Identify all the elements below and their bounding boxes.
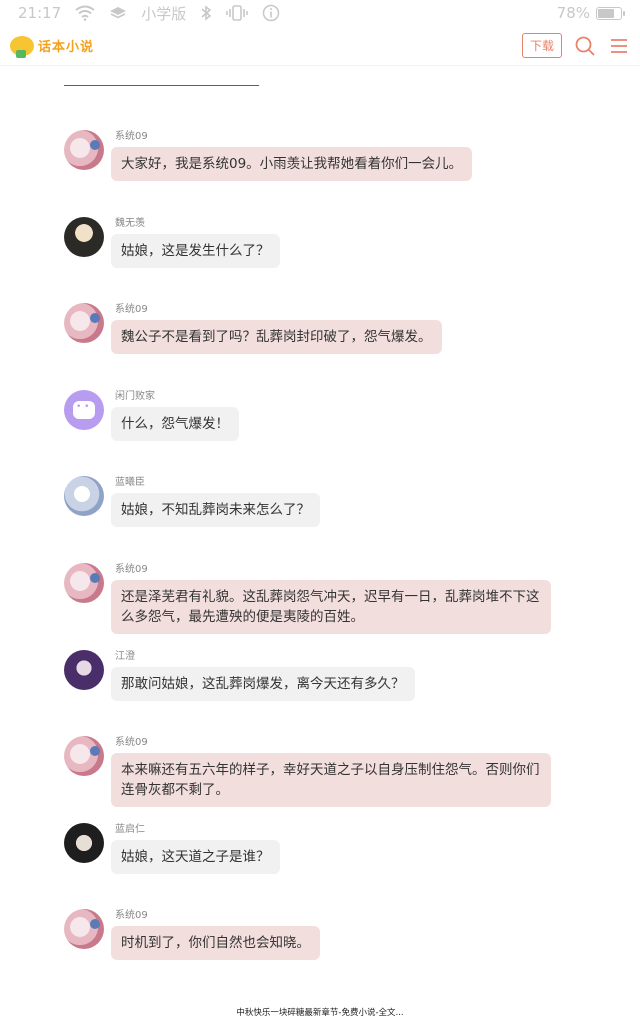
- message-bubble: 时机到了，你们自然也会知晓。: [111, 926, 320, 961]
- layers-icon: [109, 5, 127, 21]
- search-icon[interactable]: [574, 35, 596, 57]
- logo-icon: [10, 35, 34, 58]
- status-bar: 21:17 小学版 78%: [0, 0, 640, 26]
- battery-percent: 78%: [556, 4, 590, 22]
- message-bubble: 还是泽芜君有礼貌。这乱葬岗怨气冲天，迟早有一日，乱葬岗堆不下这么多怨气，最先遭殃…: [111, 579, 551, 634]
- chat-message: 闲门败家什么，怨气爆发！: [64, 378, 584, 465]
- app-header: 话本小说 下载: [0, 26, 640, 66]
- chat-message: 蓝启仁姑娘，这天道之子是谁？: [64, 811, 584, 898]
- chat-message: 魏无羡姑娘，这是发生什么了？: [64, 205, 584, 292]
- bluetooth-icon: [200, 5, 212, 21]
- app-logo[interactable]: 话本小说: [10, 35, 95, 58]
- avatar[interactable]: [64, 736, 104, 777]
- speaker-name: 系统09: [115, 563, 148, 575]
- avatar[interactable]: [64, 562, 104, 603]
- chat-message: 江澄那敢问姑娘，这乱葬岗爆发，离今天还有多久？: [64, 638, 584, 725]
- message-bubble: 本来嘛还有五六年的样子，幸好天道之子以自身压制住怨气。否则你们连骨灰都不剩了。: [111, 753, 551, 808]
- avatar[interactable]: [64, 130, 104, 170]
- text-divider: ______________________________: [64, 72, 259, 87]
- chat-message: 系统09 大家好，我是系统09。小雨羡让我帮她看着你们一会儿。: [64, 118, 584, 205]
- speaker-name: 系统09: [115, 910, 148, 922]
- speaker-name: 蓝曦臣: [115, 477, 145, 489]
- status-time: 21:17: [18, 4, 62, 22]
- message-bubble: 姑娘，不知乱葬岗未来怎么了？: [111, 493, 320, 528]
- vibrate-icon: [226, 5, 249, 21]
- avatar[interactable]: [64, 303, 104, 344]
- download-button[interactable]: 下载: [521, 33, 562, 58]
- info-icon: [262, 4, 280, 22]
- network-label: 小学版: [141, 4, 187, 23]
- speaker-name: 江澄: [115, 650, 135, 662]
- speaker-name: 蓝启仁: [115, 823, 145, 835]
- chat-list: 系统09 大家好，我是系统09。小雨羡让我帮她看着你们一会儿。魏无羡姑娘，这是发生…: [64, 118, 584, 984]
- avatar[interactable]: [64, 649, 104, 690]
- logo-text: 话本小说: [38, 40, 95, 55]
- avatar[interactable]: [64, 389, 104, 430]
- chat-message: 系统09 魏公子不是看到了吗？乱葬岗封印破了，怨气爆发。: [64, 291, 584, 378]
- avatar[interactable]: [64, 216, 104, 257]
- menu-icon[interactable]: [608, 35, 630, 57]
- wifi-icon: [75, 5, 95, 21]
- speaker-name: 系统09: [115, 131, 148, 142]
- battery-icon: [596, 6, 625, 20]
- speaker-name: 系统09: [115, 737, 148, 749]
- footer-page-title: 中秋快乐一块碎糖最新章节-免费小说-全文...: [236, 1008, 404, 1018]
- message-bubble: 魏公子不是看到了吗？乱葬岗封印破了，怨气爆发。: [111, 320, 442, 355]
- chat-message: 系统09 时机到了，你们自然也会知晓。: [64, 897, 584, 984]
- chat-message: 蓝曦臣姑娘，不知乱葬岗未来怎么了？: [64, 464, 584, 551]
- message-bubble: 姑娘，这是发生什么了？: [111, 233, 280, 268]
- message-bubble: 那敢问姑娘，这乱葬岗爆发，离今天还有多久？: [111, 666, 415, 701]
- chat-bubble-icon: [73, 400, 95, 419]
- avatar[interactable]: [64, 909, 104, 950]
- message-bubble: 姑娘，这天道之子是谁？: [111, 839, 280, 874]
- avatar[interactable]: [64, 822, 104, 863]
- chat-message: 系统09 本来嘛还有五六年的样子，幸好天道之子以自身压制住怨气。否则你们连骨灰都不…: [64, 724, 584, 811]
- avatar[interactable]: [64, 476, 104, 517]
- chat-message: 系统09 还是泽芜君有礼貌。这乱葬岗怨气冲天，迟早有一日，乱葬岗堆不下这么多怨气，…: [64, 551, 584, 638]
- speaker-name: 系统09: [115, 304, 148, 316]
- speaker-name: 闲门败家: [115, 390, 155, 402]
- message-bubble: 大家好，我是系统09。小雨羡让我帮她看着你们一会儿。: [111, 147, 473, 181]
- speaker-name: 魏无羡: [115, 217, 145, 229]
- message-bubble: 什么，怨气爆发！: [111, 406, 239, 441]
